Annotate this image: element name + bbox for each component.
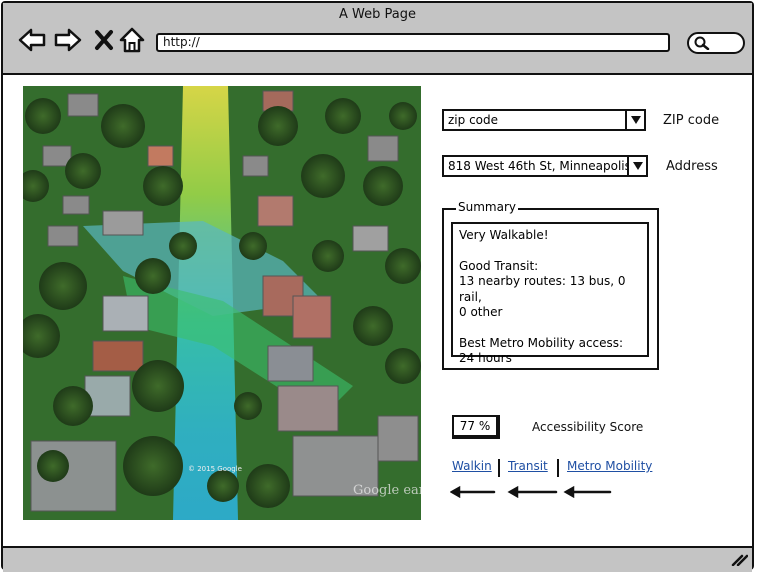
- tab-walkin[interactable]: Walkin: [452, 459, 492, 473]
- chevron-down-icon: [630, 116, 641, 124]
- aerial-map-image: © 2015 Google Google earth: [23, 86, 421, 520]
- summary-line: 13 nearby routes: 13 bus, 0 rail,: [459, 274, 626, 304]
- back-button[interactable]: [17, 25, 47, 55]
- search-icon: [694, 36, 710, 50]
- summary-legend: Summary: [456, 200, 518, 214]
- chevron-down-icon: [632, 162, 643, 170]
- search-box[interactable]: [687, 32, 745, 54]
- address-value: 818 West 46th St, Minneapolis: [448, 159, 631, 173]
- back-arrow-icon: [18, 28, 46, 52]
- score-badge: 77 %: [452, 415, 500, 439]
- summary-line: 0 other: [459, 305, 503, 319]
- tab-transit[interactable]: Transit: [508, 459, 548, 473]
- resize-grip-icon[interactable]: [730, 552, 748, 566]
- summary-line: Good Transit:: [459, 258, 539, 273]
- home-button[interactable]: [117, 25, 147, 55]
- tab-sliders: [450, 485, 612, 498]
- zip-code-label: ZIP code: [663, 113, 720, 128]
- address-dropdown-button[interactable]: [627, 157, 646, 175]
- address-select[interactable]: 818 West 46th St, Minneapolis: [442, 155, 648, 177]
- map-copyright: © 2015 Google: [188, 465, 242, 473]
- map-view[interactable]: © 2015 Google Google earth: [23, 86, 421, 520]
- status-bar: [3, 546, 752, 572]
- forward-arrow-icon: [54, 28, 82, 52]
- zip-code-select[interactable]: zip code: [442, 109, 646, 131]
- tab-separator: [498, 459, 500, 477]
- tab-metro-mobility[interactable]: Metro Mobility: [567, 459, 652, 473]
- map-watermark: Google earth: [353, 483, 421, 498]
- summary-line: 24 hours: [459, 351, 512, 365]
- forward-button[interactable]: [53, 25, 83, 55]
- zip-code-value: zip code: [448, 113, 499, 127]
- home-icon: [119, 27, 145, 53]
- browser-toolbar: A Web Page http://: [3, 3, 752, 75]
- summary-line: Best Metro Mobility access:: [459, 335, 624, 350]
- address-bar[interactable]: http://: [156, 33, 670, 52]
- score-label: Accessibility Score: [532, 420, 644, 434]
- zip-dropdown-button[interactable]: [625, 111, 644, 129]
- summary-text-area: Very Walkable! Good Transit: 13 nearby r…: [451, 222, 649, 365]
- close-icon: [95, 30, 113, 50]
- tab-separator: [557, 459, 559, 477]
- stop-button[interactable]: [89, 25, 119, 55]
- address-label: Address: [666, 159, 718, 174]
- window-title: A Web Page: [339, 7, 416, 22]
- summary-line: Very Walkable!: [459, 228, 549, 242]
